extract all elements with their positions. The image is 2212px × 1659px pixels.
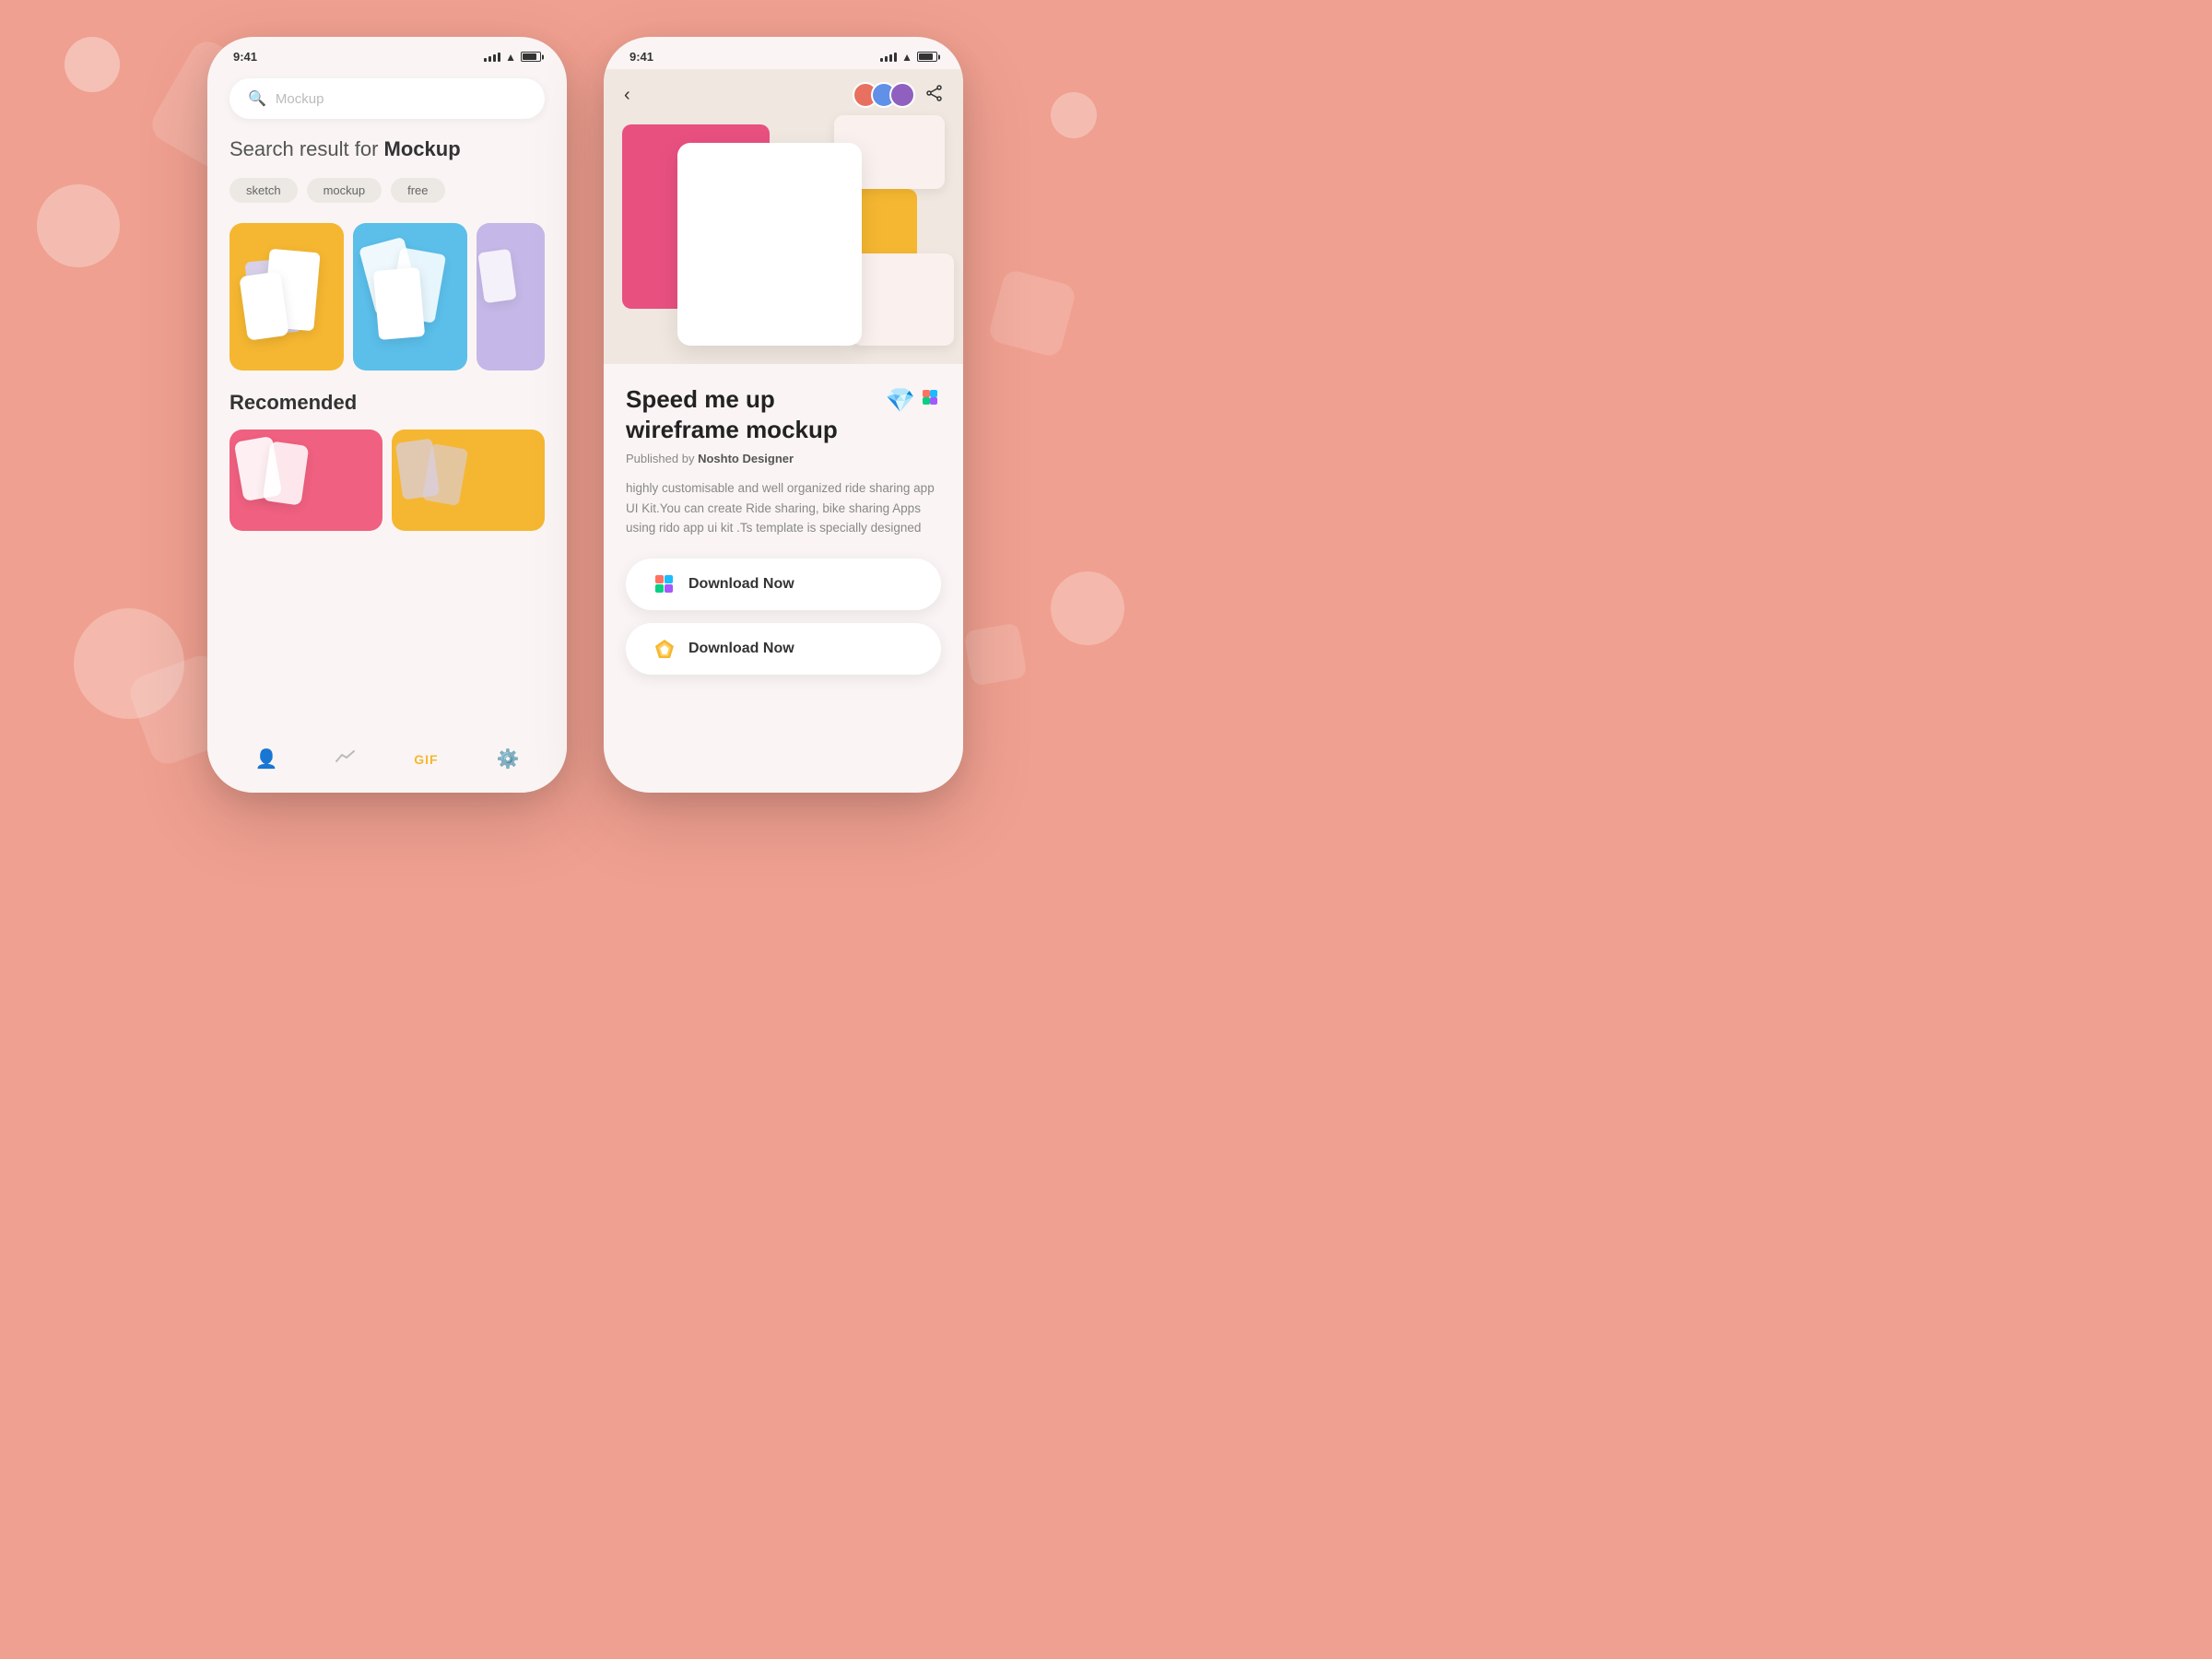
download-figma-label: Download Now	[688, 576, 794, 593]
search-result-title: Search result for Mockup	[229, 137, 545, 161]
time-1: 9:41	[233, 50, 257, 64]
signal-icon-1	[484, 53, 500, 62]
status-icons-2: ▲	[880, 51, 937, 64]
phone-detail: 9:41 ▲ ‹	[604, 37, 963, 793]
detail-content: Speed me up wireframe mockup 💎	[604, 364, 963, 793]
sketch-icon: 💎	[886, 386, 915, 415]
wifi-icon-1: ▲	[505, 51, 516, 64]
battery-icon-2	[917, 52, 937, 62]
tag-free[interactable]: free	[391, 178, 444, 203]
avatar-group	[853, 82, 915, 108]
detail-title-row: Speed me up wireframe mockup 💎	[626, 384, 941, 444]
detail-title: Speed me up wireframe mockup	[626, 384, 886, 444]
bottom-nav: 👤 GIF ⚙️	[207, 733, 567, 793]
hero-white-bottom	[853, 253, 954, 346]
profile-icon: 👤	[254, 747, 277, 771]
result-card-2[interactable]	[353, 223, 467, 371]
publisher-name: Noshto Designer	[698, 452, 794, 465]
recommended-title: Recomended	[229, 391, 545, 415]
nav-trending[interactable]	[335, 748, 356, 770]
gif-label: GIF	[414, 752, 438, 767]
battery-icon-1	[521, 52, 541, 62]
figma-btn-icon	[652, 571, 677, 597]
status-icons-1: ▲	[484, 51, 541, 64]
download-sketch-label: Download Now	[688, 641, 794, 657]
hero-area: ‹	[604, 69, 963, 364]
trending-icon	[335, 748, 356, 770]
rec-card-2[interactable]	[392, 429, 545, 531]
nav-profile[interactable]: 👤	[254, 747, 277, 771]
back-button[interactable]: ‹	[624, 85, 630, 106]
settings-icon: ⚙️	[497, 747, 520, 771]
publisher-line: Published by Noshto Designer	[626, 452, 941, 465]
phones-container: 9:41 ▲ 🔍 Mockup	[207, 37, 963, 793]
result-card-3[interactable]	[477, 223, 545, 371]
search-input[interactable]: Mockup	[276, 91, 324, 107]
search-bar[interactable]: 🔍 Mockup	[229, 78, 545, 119]
search-results-grid	[229, 223, 545, 371]
share-button[interactable]	[926, 85, 943, 106]
tag-mockup[interactable]: mockup	[307, 178, 382, 203]
hero-main-card	[677, 143, 862, 346]
phone-search: 9:41 ▲ 🔍 Mockup	[207, 37, 567, 793]
signal-icon-2	[880, 53, 897, 62]
result-card-1[interactable]	[229, 223, 344, 371]
nav-right	[853, 82, 943, 108]
phone1-content: 🔍 Mockup Search result for Mockup sketch…	[207, 69, 567, 733]
status-bar-1: 9:41 ▲	[207, 37, 567, 69]
wifi-icon-2: ▲	[901, 51, 912, 64]
sketch-btn-icon	[652, 636, 677, 662]
nav-gif[interactable]: GIF	[414, 752, 438, 767]
nav-settings[interactable]: ⚙️	[497, 747, 520, 771]
tags-container: sketch mockup free	[229, 178, 545, 203]
recommended-grid	[229, 429, 545, 531]
avatar-3	[889, 82, 915, 108]
detail-nav: ‹	[604, 82, 963, 108]
status-bar-2: 9:41 ▲	[604, 37, 963, 69]
download-sketch-button[interactable]: Download Now	[626, 623, 941, 675]
description-text: highly customisable and well organized r…	[626, 478, 941, 538]
tag-sketch[interactable]: sketch	[229, 178, 298, 203]
search-icon: 🔍	[248, 89, 266, 108]
download-figma-button[interactable]: Download Now	[626, 559, 941, 610]
time-2: 9:41	[629, 50, 653, 64]
figma-icon	[919, 386, 941, 415]
tool-icons: 💎	[886, 386, 941, 415]
rec-card-1[interactable]	[229, 429, 382, 531]
share-icon	[926, 85, 943, 101]
